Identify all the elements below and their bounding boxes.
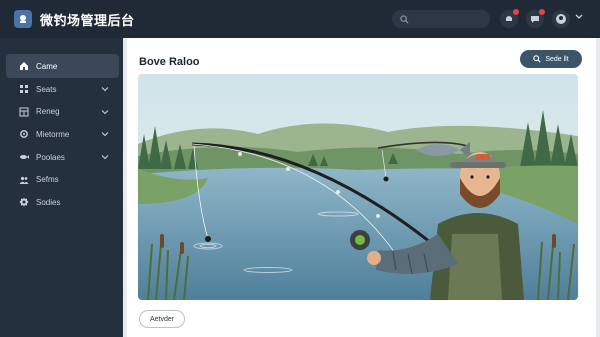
- message-button[interactable]: [526, 9, 545, 28]
- chevron-down-icon: [101, 87, 109, 92]
- app-logo-icon: [14, 10, 32, 28]
- fish-icon: [18, 151, 30, 163]
- top-bar: 微钓场管理后台: [0, 0, 600, 38]
- search-action-label: Sede llt: [545, 55, 569, 63]
- action-button[interactable]: Aetvder: [139, 310, 185, 328]
- sidebar-item-came[interactable]: Came: [6, 54, 119, 78]
- sidebar-item-sodies[interactable]: Sodies: [0, 191, 123, 214]
- sidebar-item-mietorme[interactable]: Mietorme: [0, 123, 123, 146]
- sidebar: Came Seats Reneg Mietorme Poolaes Sefms: [0, 38, 123, 337]
- sidebar-item-reneg[interactable]: Reneg: [0, 101, 123, 124]
- fishing-hero-image: [138, 74, 578, 300]
- sidebar-item-label: Poolaes: [36, 152, 65, 162]
- notification-dot: [513, 9, 519, 15]
- app-window: 微钓场管理后台 Came Seats Reneg Mietorme Poolae…: [0, 0, 600, 337]
- gear-icon: [18, 128, 30, 140]
- search-icon: [533, 55, 541, 63]
- avatar-icon: [556, 14, 566, 24]
- table-icon: [18, 106, 30, 118]
- app-title: 微钓场管理后台: [40, 12, 135, 28]
- content-card: Bove Raloo Sede llt Aetvder: [127, 38, 596, 337]
- page-title: Bove Raloo: [139, 56, 200, 68]
- search-input[interactable]: [392, 10, 490, 28]
- chevron-down-icon: [101, 132, 109, 137]
- main-content: Bove Raloo Sede llt Aetvder: [123, 38, 600, 337]
- sidebar-item-label: Came: [36, 61, 58, 71]
- fishing-illustration: [138, 74, 578, 300]
- sidebar-item-label: Sodies: [36, 197, 61, 207]
- bell-icon: [506, 16, 512, 21]
- people-icon: [18, 174, 30, 186]
- sidebar-item-sefms[interactable]: Sefms: [0, 168, 123, 191]
- sidebar-item-label: Seats: [36, 84, 57, 94]
- cog-icon: [18, 196, 30, 208]
- chat-icon: [531, 16, 539, 23]
- chevron-down-icon: [101, 109, 109, 114]
- sidebar-item-poolaes[interactable]: Poolaes: [0, 146, 123, 169]
- grid-icon: [18, 83, 30, 95]
- chevron-down-icon: [101, 154, 109, 160]
- search-action-button[interactable]: Sede llt: [520, 50, 582, 68]
- home-icon: [18, 60, 30, 72]
- sidebar-item-label: Sefms: [36, 175, 59, 185]
- sidebar-item-label: Mietorme: [36, 129, 70, 139]
- search-icon: [400, 14, 409, 24]
- sidebar-item-seats[interactable]: Seats: [0, 78, 123, 101]
- chevron-down-icon[interactable]: [574, 12, 584, 22]
- notification-button[interactable]: [500, 9, 519, 28]
- user-avatar-button[interactable]: [552, 10, 570, 28]
- sidebar-item-label: Reneg: [36, 107, 60, 117]
- message-dot: [539, 9, 545, 15]
